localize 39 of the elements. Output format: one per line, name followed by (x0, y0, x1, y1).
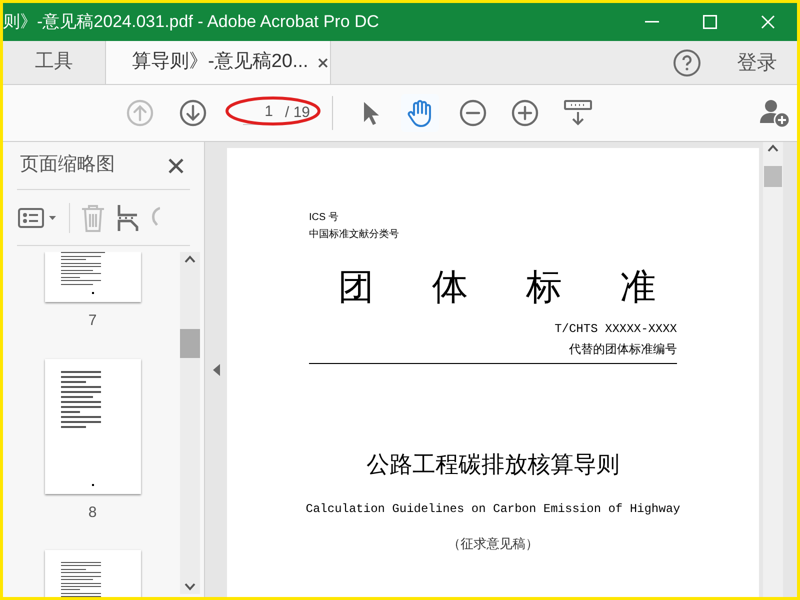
document-title: 公路工程碳排放核算导则 (366, 450, 620, 479)
scrollbar-thumb[interactable] (180, 328, 200, 358)
classification-label: 中国标准文献分类号 (309, 228, 400, 242)
scroll-up-icon[interactable] (184, 255, 196, 263)
close-tab-icon[interactable] (318, 58, 328, 68)
scrollbar-thumb[interactable] (764, 166, 782, 187)
page-thumbnail[interactable] (44, 252, 140, 302)
page-total: / 19 (285, 102, 310, 123)
add-user-icon[interactable] (759, 98, 791, 128)
tab-label: 工具 (35, 50, 73, 74)
tab[interactable]: 算导则》-意见稿20... (105, 41, 331, 84)
scrollbar[interactable] (180, 252, 200, 594)
page-number-label: 8 (88, 502, 97, 522)
close-icon[interactable] (761, 15, 775, 29)
window-title: 则》-意见稿2024.031.pdf - Adobe Acrobat Pro DC (3, 11, 380, 34)
page-thumbnail[interactable] (44, 358, 140, 494)
document-scrollbar[interactable] (763, 142, 783, 597)
english-title: Calculation Guidelines on Carbon Emission of Highway (306, 500, 680, 518)
page-number-label: 7 (88, 311, 97, 331)
login-button[interactable]: 登录 (737, 41, 797, 84)
page-thumbnail[interactable] (44, 550, 140, 597)
standard-code: T/CHTS XXXXX-XXXX (554, 321, 677, 338)
help-icon[interactable] (673, 48, 701, 76)
document-heading: 团体标准 (337, 265, 714, 309)
page-number-field[interactable]: 1 (243, 101, 281, 125)
maximize-icon[interactable] (703, 15, 717, 29)
close-panel-icon[interactable] (168, 158, 184, 174)
scroll-up-icon[interactable] (767, 144, 779, 152)
thumbnail-options-icon[interactable] (17, 206, 59, 228)
collapse-panel-icon[interactable] (212, 364, 220, 376)
panel-title: 页面缩略图 (19, 153, 115, 178)
minimize-icon[interactable] (645, 21, 659, 23)
tab[interactable]: 工具 (3, 41, 105, 84)
draft-note: （征求意见稿） (448, 534, 538, 552)
ics-label: ICS 号 (309, 211, 340, 225)
replaces-label: 代替的团体标准编号 (309, 340, 677, 364)
cursor-icon[interactable] (361, 100, 382, 126)
tab-label: 算导则》-意见稿20... (132, 50, 308, 74)
scroll-down-icon[interactable] (184, 583, 196, 591)
